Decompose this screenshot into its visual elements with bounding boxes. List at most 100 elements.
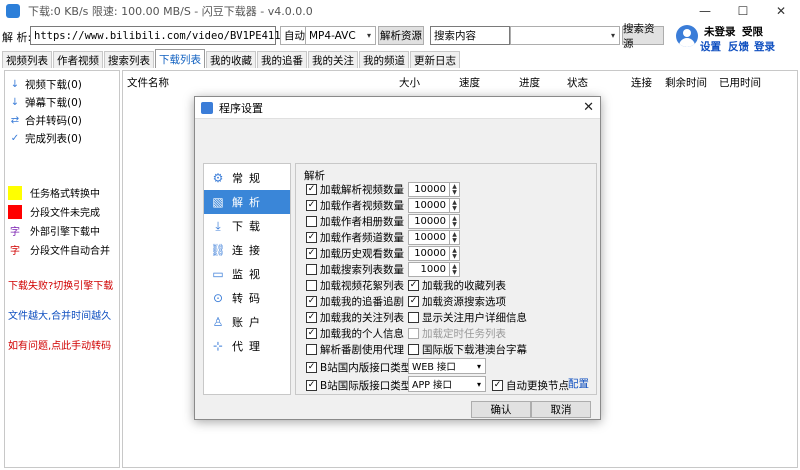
opt-author-video-count[interactable]: ✓ 加载作者视频数量 <box>306 198 404 213</box>
sidebar-item-completed[interactable]: ✓ 完成列表(0) <box>5 129 119 147</box>
spin-arrows-icon[interactable]: ▲ ▼ <box>449 263 459 276</box>
col-filename[interactable]: 文件名称 <box>127 75 169 90</box>
author-album-count-spin[interactable]: 10000 ▲ ▼ <box>408 214 460 229</box>
nav-proxy[interactable]: ⊹ 代理 <box>204 334 290 358</box>
opt-follow-details[interactable]: 显示关注用户详细信息 <box>408 310 527 325</box>
search-button[interactable]: 搜索资源 <box>622 23 664 50</box>
spin-arrows-icon[interactable]: ▲ ▼ <box>449 215 459 228</box>
minimize-button[interactable]: — <box>686 0 724 22</box>
tab-changelog[interactable]: 更新日志 <box>410 51 460 68</box>
opt-search-options[interactable]: ✓ 加载资源搜索选项 <box>408 294 506 309</box>
opt-intl-subtitles[interactable]: 国际版下载港澳台字幕 <box>408 342 527 357</box>
url-input[interactable]: https://www.bilibili.com/video/BV1PE411i… <box>30 26 306 45</box>
checkbox[interactable] <box>306 280 317 291</box>
nav-account[interactable]: ♙ 账户 <box>204 310 290 334</box>
spin-arrows-icon[interactable]: ▲ ▼ <box>449 183 459 196</box>
sidebar-item-video-download[interactable]: ↓ 视频下载(0) <box>5 75 119 93</box>
tab-video-list[interactable]: 视频列表 <box>2 51 52 68</box>
col-elapsed-time[interactable]: 已用时间 <box>719 75 761 90</box>
checkbox[interactable]: ✓ <box>306 200 317 211</box>
cancel-button[interactable]: 取消 <box>531 401 591 418</box>
close-icon[interactable]: ✕ <box>583 100 594 115</box>
opt-auto-node[interactable]: ✓ 自动更换节点 <box>492 378 569 393</box>
opt-author-channel-count[interactable]: ✓ 加载作者频道数量 <box>306 230 404 245</box>
ok-button[interactable]: 确认 <box>471 401 531 418</box>
search-type-select[interactable]: ▾ <box>510 26 620 45</box>
opt-intl-api[interactable]: ✓ B站国际版接口类型 <box>306 378 411 393</box>
nav-download[interactable]: ⤓ 下载 <box>204 214 290 238</box>
checkbox[interactable]: ✓ <box>306 184 317 195</box>
author-video-count-spin[interactable]: 10000 ▲ ▼ <box>408 198 460 213</box>
opt-my-follows[interactable]: ✓ 加载我的关注列表 <box>306 310 404 325</box>
col-speed[interactable]: 速度 <box>459 75 480 90</box>
avatar[interactable] <box>676 25 698 47</box>
opt-my-profile[interactable]: ✓ 加载我的个人信息 <box>306 326 404 341</box>
tab-my-favorites[interactable]: 我的收藏 <box>206 51 256 68</box>
intl-api-select[interactable]: APP 接口 ▾ <box>408 376 486 392</box>
format-select[interactable]: MP4-AVC ▾ <box>306 26 376 45</box>
col-size[interactable]: 大小 <box>399 75 420 90</box>
checkbox[interactable]: ✓ <box>306 232 317 243</box>
checkbox[interactable]: ✓ <box>306 248 317 259</box>
nav-monitor[interactable]: ▭ 监视 <box>204 262 290 286</box>
checkbox[interactable]: ✓ <box>492 380 503 391</box>
nav-transcode[interactable]: ⊙ 转码 <box>204 286 290 310</box>
login-link[interactable]: 登录 <box>754 39 775 54</box>
col-status[interactable]: 状态 <box>567 75 588 90</box>
quality-select[interactable]: 自动 <box>280 26 306 45</box>
config-link[interactable]: 配置 <box>568 376 589 391</box>
checkbox[interactable]: ✓ <box>306 328 317 339</box>
settings-link[interactable]: 设置 <box>700 39 721 54</box>
opt-search-list-count[interactable]: 加载搜索列表数量 <box>306 262 404 277</box>
checkbox[interactable]: ✓ <box>306 362 317 373</box>
checkbox[interactable]: ✓ <box>408 296 419 307</box>
sidebar-item-merge-transcode[interactable]: ⇄ 合并转码(0) <box>5 111 119 129</box>
history-count-spin[interactable]: 10000 ▲ ▼ <box>408 246 460 261</box>
parse-video-count-spin[interactable]: 10000 ▲ ▼ <box>408 182 460 197</box>
opt-history-count[interactable]: ✓ 加载历史观看数量 <box>306 246 404 261</box>
opt-my-favorites[interactable]: ✓ 加载我的收藏列表 <box>408 278 506 293</box>
checkbox[interactable]: ✓ <box>306 380 317 391</box>
tab-my-channels[interactable]: 我的频道 <box>359 51 409 68</box>
tab-download-list[interactable]: 下载列表 <box>155 49 205 68</box>
sidebar-item-danmaku-download[interactable]: ↓ 弹幕下载(0) <box>5 93 119 111</box>
feedback-link[interactable]: 反馈 <box>728 39 749 54</box>
opt-bangumi-proxy[interactable]: 解析番剧使用代理 <box>306 342 404 357</box>
author-channel-count-spin[interactable]: 10000 ▲ ▼ <box>408 230 460 245</box>
checkbox[interactable] <box>306 216 317 227</box>
checkbox[interactable] <box>408 344 419 355</box>
checkbox[interactable]: ✓ <box>408 280 419 291</box>
tab-my-bangumi[interactable]: 我的追番 <box>257 51 307 68</box>
tab-author-videos[interactable]: 作者视频 <box>53 51 103 68</box>
switch-engine-link[interactable]: 下载失败?切换引擎下载 <box>5 275 119 293</box>
checkbox[interactable]: ✓ <box>306 296 317 307</box>
tab-search-list[interactable]: 搜索列表 <box>104 51 154 68</box>
opt-author-album-count[interactable]: 加载作者相册数量 <box>306 214 404 229</box>
col-connections[interactable]: 连接 <box>631 75 652 90</box>
spin-arrows-icon[interactable]: ▲ ▼ <box>449 231 459 244</box>
manual-transcode-link[interactable]: 如有问题,点此手动转码 <box>5 335 119 353</box>
checkbox[interactable] <box>408 312 419 323</box>
checkbox[interactable] <box>306 264 317 275</box>
domestic-api-select[interactable]: WEB 接口 ▾ <box>408 358 486 374</box>
nav-connection[interactable]: ⛓ 连接 <box>204 238 290 262</box>
opt-label: 显示关注用户详细信息 <box>422 312 527 324</box>
opt-my-bangumi[interactable]: ✓ 加载我的追番追剧 <box>306 294 404 309</box>
nav-general[interactable]: ⚙ 常规 <box>204 166 290 190</box>
nav-parse[interactable]: ▧ 解析 <box>204 190 290 214</box>
search-list-count-spin[interactable]: 1000 ▲ ▼ <box>408 262 460 277</box>
maximize-button[interactable]: ☐ <box>724 0 762 22</box>
opt-parse-video-count[interactable]: ✓ 加载解析视频数量 <box>306 182 404 197</box>
checkbox[interactable] <box>306 344 317 355</box>
tab-my-follows[interactable]: 我的关注 <box>308 51 358 68</box>
spin-arrows-icon[interactable]: ▲ ▼ <box>449 247 459 260</box>
col-remaining-time[interactable]: 剩余时间 <box>665 75 707 90</box>
opt-domestic-api[interactable]: ✓ B站国内版接口类型 <box>306 360 411 375</box>
parse-button[interactable]: 解析资源 <box>378 26 424 45</box>
col-progress[interactable]: 进度 <box>519 75 540 90</box>
opt-video-extras[interactable]: 加载视频花絮列表 <box>306 278 404 293</box>
search-input[interactable]: 搜索内容 <box>430 26 510 45</box>
close-button[interactable]: ✕ <box>762 0 800 22</box>
checkbox[interactable]: ✓ <box>306 312 317 323</box>
spin-arrows-icon[interactable]: ▲ ▼ <box>449 199 459 212</box>
